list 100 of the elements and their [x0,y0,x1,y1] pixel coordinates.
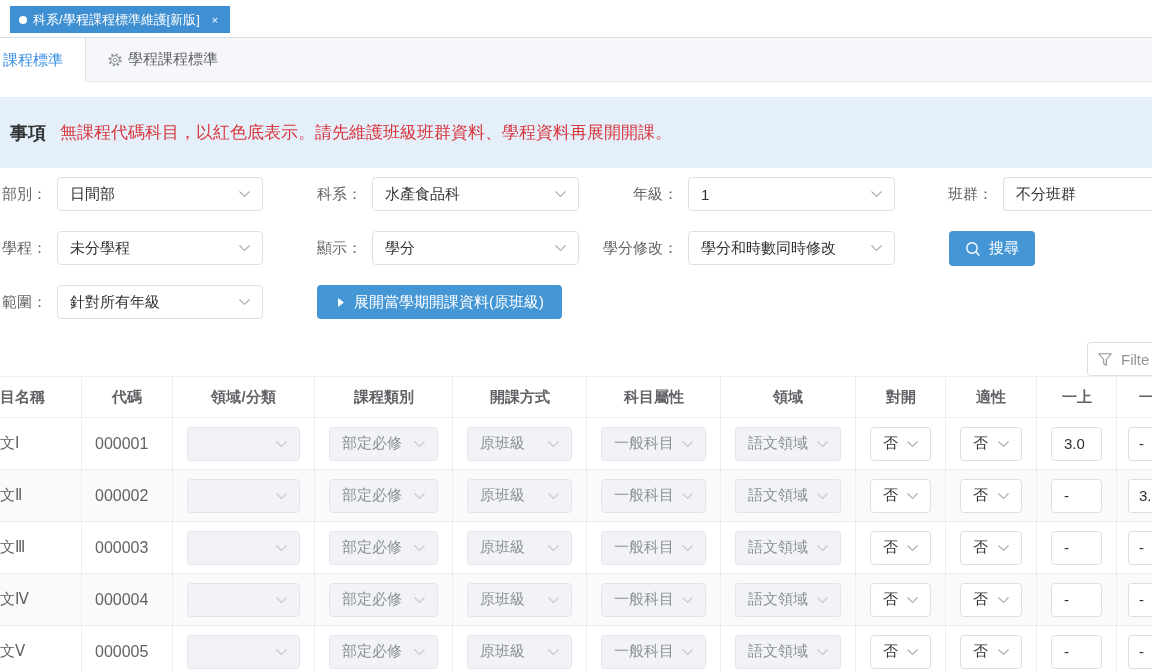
chevron-down-icon [548,596,559,603]
chevron-down-icon [555,245,566,251]
chevron-down-icon [239,299,250,305]
dropdown[interactable]: 1 [688,177,895,211]
dropdown[interactable]: 日間部 [57,177,263,211]
notice-message: 無課程代碼科目，以紅色底表示。請先維護班級班群資料、學程資料再展開開課。 [60,122,672,144]
chevron-down-icon [276,492,287,499]
dropdown[interactable]: 否 [960,582,1022,617]
search-icon [966,241,980,256]
chevron-down-icon [682,544,693,551]
gear-icon [108,52,122,67]
tab[interactable]: 課程標準 [0,38,85,82]
dropdown[interactable]: 學分 [372,231,579,265]
field-label: 科系： [316,184,363,204]
chevron-down-icon [817,544,828,551]
chevron-down-icon [414,544,425,551]
subject-name: 文Ⅲ [0,538,26,557]
column-header: 領域 [773,387,803,407]
chevron-down-icon [817,596,828,603]
input-field[interactable]: - [1051,634,1102,669]
dropdown[interactable]: 否 [960,478,1022,513]
chevron-down-icon [871,245,882,251]
chevron-down-icon [682,648,693,655]
chevron-down-icon [548,648,559,655]
course-code: 000005 [95,642,149,661]
input-field[interactable]: - [1051,478,1102,513]
subject-name: 文Ⅱ [0,486,23,505]
chevron-down-icon [555,191,566,197]
chevron-down-icon [548,544,559,551]
field-label: 學程： [1,238,48,258]
dot-icon [19,15,27,24]
chevron-down-icon [907,440,918,447]
input-field[interactable]: - [1051,582,1102,617]
subject-name: 文Ⅰ [0,434,20,453]
caret-right-icon [338,297,344,307]
column-header: 開課方式 [489,387,550,407]
dropdown[interactable]: 否 [870,530,931,565]
input-field[interactable]: - [1128,530,1152,565]
dropdown[interactable]: 學分和時數同時修改 [688,231,895,265]
column-header: 科目屬性 [623,387,684,407]
chevron-down-icon [276,596,287,603]
input-field[interactable]: - [1128,582,1152,617]
input-field[interactable]: - [1128,426,1152,461]
column-header: 適性 [976,387,1006,407]
dropdown[interactable]: 不分班群 [1003,177,1152,211]
field-label: 顯示： [316,238,363,258]
chevron-down-icon [998,440,1009,447]
dropdown[interactable]: 針對所有年級 [57,285,263,319]
column-header: 代碼 [112,387,142,407]
chevron-down-icon [871,191,882,197]
dropdown[interactable]: 水產食品科 [372,177,579,211]
dropdown[interactable]: 未分學程 [57,231,263,265]
dropdown[interactable]: 否 [960,634,1022,669]
column-header: 領域/分類 [211,387,276,407]
field-label: 學分修改： [602,238,679,258]
chevron-down-icon [276,544,287,551]
input-field[interactable]: - [1128,634,1152,669]
chevron-down-icon [998,596,1009,603]
dropdown[interactable]: 否 [870,582,931,617]
subject-name: 文Ⅴ [0,642,26,661]
chevron-down-icon [998,544,1009,551]
dropdown[interactable]: 否 [960,426,1022,461]
chevron-down-icon [907,648,918,655]
chevron-down-icon [998,648,1009,655]
chevron-down-icon [907,596,918,603]
field-label: 部別： [1,184,48,204]
chevron-down-icon [239,191,250,197]
field-label: 班群： [947,184,994,204]
chevron-down-icon [276,648,287,655]
filter-icon [1098,352,1112,366]
chevron-down-icon [414,492,425,499]
input-field[interactable]: 3.0 [1051,426,1102,461]
chevron-down-icon [239,245,250,251]
column-header: 一上 [1061,387,1092,407]
chevron-down-icon [907,544,918,551]
chevron-down-icon [817,492,828,499]
input-field[interactable]: - [1051,530,1102,565]
course-code: 000003 [95,538,149,557]
chevron-down-icon [682,596,693,603]
course-code: 000002 [95,486,149,505]
dropdown[interactable]: 否 [960,530,1022,565]
column-header: 目名稱 [0,387,45,407]
chevron-down-icon [817,648,828,655]
chevron-down-icon [414,648,425,655]
chevron-down-icon [907,492,918,499]
input-field[interactable]: 3. [1128,478,1152,513]
chevron-down-icon [682,492,693,499]
chevron-down-icon [548,440,559,447]
dropdown[interactable]: 否 [870,634,931,669]
chevron-down-icon [548,492,559,499]
chevron-down-icon [817,440,828,447]
field-label: 年級： [632,184,679,204]
chevron-down-icon [414,596,425,603]
tab[interactable]: 學程課程標準 [85,38,238,81]
subject-name: 文Ⅳ [0,590,29,609]
notice-title: 事項 [10,121,46,145]
chevron-down-icon [998,492,1009,499]
dropdown[interactable]: 否 [870,478,931,513]
dropdown[interactable]: 否 [870,426,931,461]
column-header: 對開 [885,387,916,407]
